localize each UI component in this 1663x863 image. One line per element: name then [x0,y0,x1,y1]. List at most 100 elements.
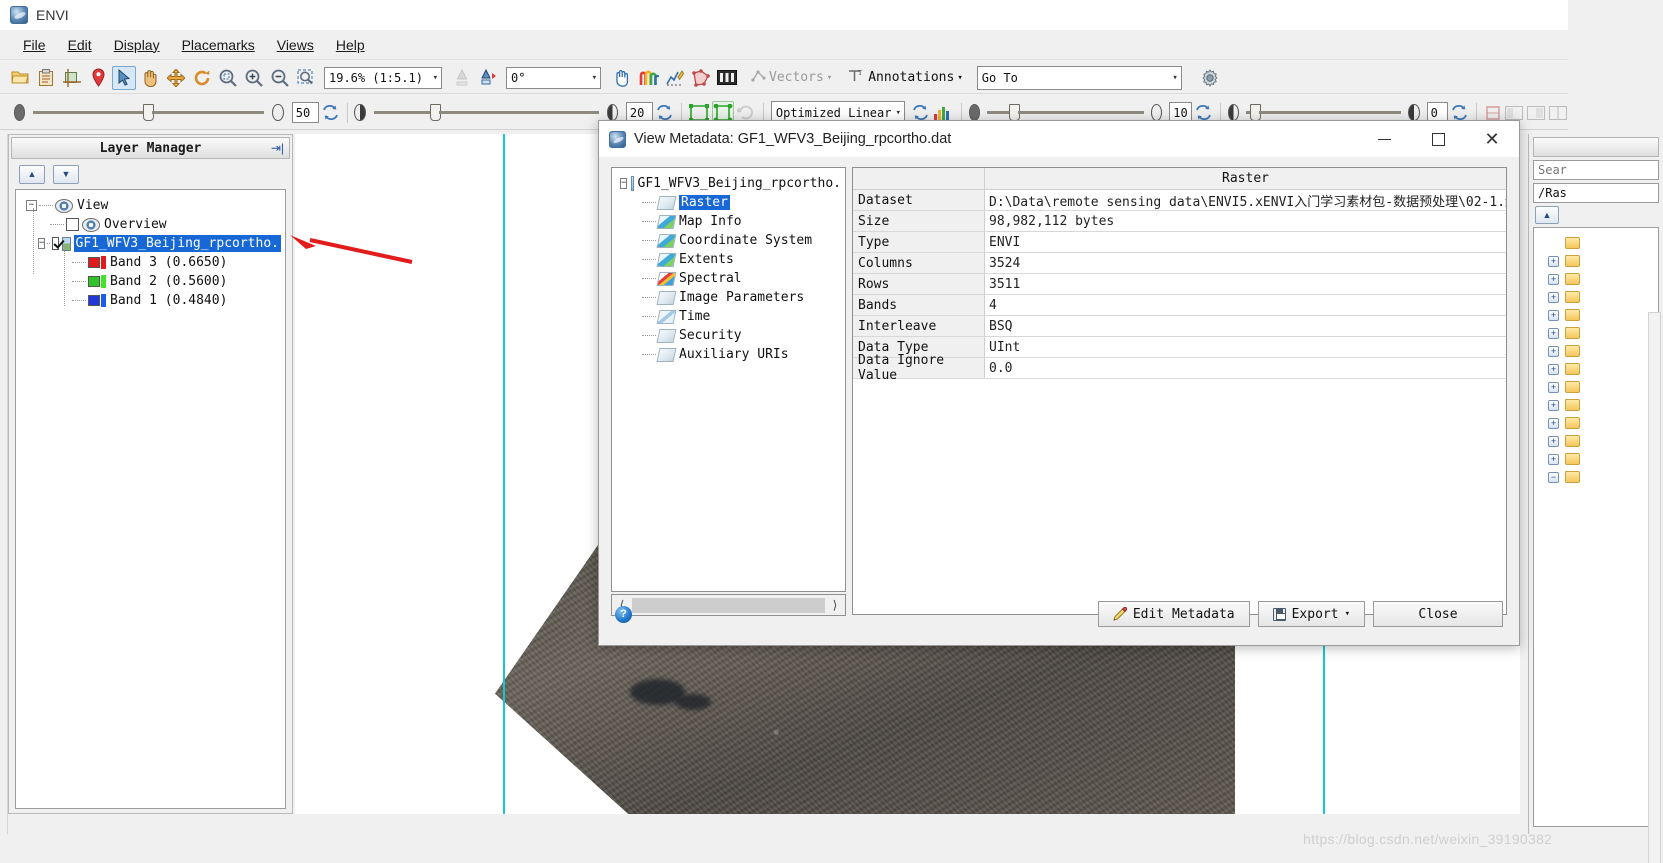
zoom-level-combo[interactable]: 19.6% (1:5.1) ▾ [324,66,442,89]
metadata-value-dataset[interactable]: D:\Data\remote sensing data\ENVI5.xENVI入… [985,190,1506,210]
expander-plus-icon[interactable]: + [1548,309,1559,321]
zoom-region-icon[interactable] [294,66,318,90]
brightness-input[interactable]: 50 [291,102,319,123]
layer-tree-node-view[interactable]: − View [20,196,281,215]
metadata-category-tree[interactable]: − GF1_WFV3_Beijing_rpcortho. Raster Map … [611,167,846,592]
menu-edit[interactable]: Edit [57,34,103,56]
expander-collapse-icon[interactable]: − [26,200,37,211]
raster-visibility-checkbox[interactable] [52,237,59,250]
roi-tool-icon[interactable] [689,66,713,90]
table-row[interactable]: Rows 3511 [853,274,1506,295]
toolbox-item[interactable] [1534,234,1658,252]
table-row[interactable]: Columns 3524 [853,253,1506,274]
contrast-track-right[interactable] [438,111,599,114]
expander-minus-icon[interactable]: − [1548,471,1559,483]
metadata-value-columns[interactable]: 3524 [985,253,1506,273]
expander-plus-icon[interactable]: + [1548,345,1559,357]
menu-views[interactable]: Views [266,34,325,56]
vectors-menu[interactable]: Vectors ▾ [751,68,832,87]
layer-tree-node-band2[interactable]: Band 2 (0.5600) [20,272,281,291]
rotate-icon[interactable] [190,66,214,90]
chevron-down-icon[interactable]: ▾ [891,108,900,118]
toolbox-item[interactable]: + [1534,360,1658,378]
expander-plus-icon[interactable]: + [1548,273,1559,285]
layer-tree-node-band3[interactable]: Band 3 (0.6650) [20,253,281,272]
metadata-tree-item-auxiliary-uris[interactable]: Auxiliary URIs [616,345,841,364]
toolbox-item[interactable]: + [1534,288,1658,306]
metadata-tree-item-coordinate-system[interactable]: Coordinate System [616,231,841,250]
swipe-icon[interactable] [1548,101,1568,125]
toolbox-item[interactable]: + [1534,378,1658,396]
table-row[interactable]: Bands 4 [853,295,1506,316]
expander-plus-icon[interactable]: + [1548,255,1559,267]
move-layer-up-button[interactable]: ▲ [19,164,45,184]
brightness-slider[interactable] [33,104,265,121]
metadata-value-bands[interactable]: 4 [985,295,1506,315]
paste-clipboard-icon[interactable] [34,66,58,90]
table-row[interactable]: Type ENVI [853,232,1506,253]
help-question-icon[interactable]: ? [615,605,632,623]
table-row[interactable]: Data Ignore Value 0.0 [853,353,1506,383]
expander-plus-icon[interactable]: + [1548,327,1559,339]
toolbox-item[interactable]: + [1534,306,1658,324]
placemark-pin-icon[interactable] [86,66,110,90]
undock-panel-icon[interactable]: ⇥| [271,141,284,155]
toolbox-item[interactable]: + [1534,450,1658,468]
expander-plus-icon[interactable]: + [1548,435,1559,447]
toolbox-item[interactable]: + [1534,414,1658,432]
toolbox-item[interactable]: + [1534,252,1658,270]
toolbox-item[interactable]: + [1534,342,1658,360]
menu-placemarks[interactable]: Placemarks [171,34,266,56]
expander-plus-icon[interactable]: + [1548,453,1559,465]
sharpen-track[interactable] [986,111,1011,114]
sharpen-slider[interactable] [986,104,1144,121]
zoom-out-icon[interactable] [268,66,292,90]
toolbox-item[interactable]: + [1534,270,1658,288]
toolbox-up-button[interactable]: ▲ [1535,206,1559,224]
expander-plus-icon[interactable]: + [1548,399,1559,411]
chevron-down-icon[interactable]: ▾ [429,73,438,83]
close-icon[interactable]: ✕ [1465,121,1519,157]
metadata-value-interleave[interactable]: BSQ [985,316,1506,336]
north-up-disabled-icon[interactable] [450,66,474,90]
chevron-down-icon[interactable]: ▾ [1345,609,1350,619]
expander-plus-icon[interactable]: + [1548,381,1559,393]
layer-tree-node-band1[interactable]: Band 1 (0.4840) [20,291,281,310]
flicker-icon[interactable] [1526,101,1546,125]
metadata-tree-item-extents[interactable]: Extents [616,250,841,269]
reset-icon-brightness[interactable] [321,101,340,125]
metadata-tree-item-map-info[interactable]: Map Info [616,212,841,231]
chevron-down-icon[interactable]: ▾ [827,73,832,83]
select-cursor-icon[interactable] [112,65,136,90]
metadata-value-type[interactable]: ENVI [985,232,1506,252]
toolbox-tree[interactable]: + + + + + + + + + + + + − [1533,227,1659,827]
expander-plus-icon[interactable]: + [1548,417,1559,429]
menu-file[interactable]: File [12,34,57,56]
pan-hand-icon[interactable] [138,66,162,90]
annotations-menu[interactable]: T Annotations ▾ [848,68,963,88]
metadata-value-data-type[interactable]: UInt [985,337,1506,357]
toolbox-item[interactable]: + [1534,432,1658,450]
metadata-value-rows[interactable]: 3511 [985,274,1506,294]
menu-help[interactable]: Help [325,34,376,56]
move-layer-down-button[interactable]: ▼ [53,164,79,184]
goto-combo[interactable]: Go To ▾ [976,65,1182,90]
table-row[interactable]: Dataset D:\Data\remote sensing data\ENVI… [853,190,1506,211]
toolbox-item[interactable]: − [1534,468,1658,486]
export-button[interactable]: Export ▾ [1257,601,1365,627]
chevron-down-icon[interactable]: ▾ [588,73,597,83]
table-row[interactable]: Interleave BSQ [853,316,1506,337]
brightness-track[interactable] [33,111,146,114]
toolbox-search-input[interactable]: Sear [1533,160,1659,180]
metadata-tree-root[interactable]: − GF1_WFV3_Beijing_rpcortho. [616,174,841,193]
metadata-tree-item-image-parameters[interactable]: Image Parameters [616,288,841,307]
gear-icon[interactable] [1198,66,1222,90]
metadata-value-data-ignore-value[interactable]: 0.0 [985,358,1506,378]
spectral-profile-icon[interactable] [637,66,661,90]
contrast-track[interactable] [373,111,432,114]
transparency-slider[interactable] [1246,104,1402,121]
sharpen-track-right[interactable] [1017,111,1144,114]
layer-tree[interactable]: − View Overview − GF1_WFV3_Beijing_rpcor… [15,189,286,809]
chevron-down-icon[interactable]: ▾ [1168,73,1177,83]
move-crosshair-icon[interactable] [164,66,188,90]
